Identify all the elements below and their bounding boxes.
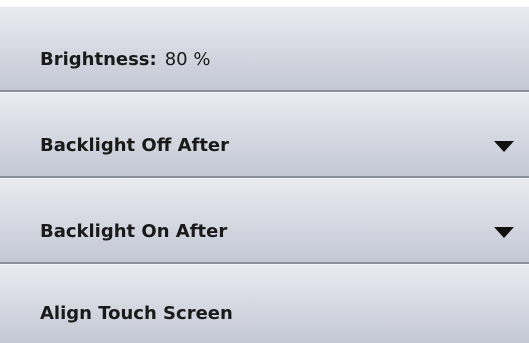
backlight-on-after-label: Backlight On After: [40, 221, 228, 242]
align-touch-screen-button[interactable]: Align Touch Screen: [0, 264, 529, 343]
align-touch-screen-label: Align Touch Screen: [40, 303, 233, 324]
settings-screen: Brightness: 80 % Backlight Off After Back…: [0, 0, 529, 343]
brightness-label: Brightness:: [40, 49, 157, 70]
backlight-off-after-dropdown[interactable]: Backlight Off After: [0, 92, 529, 178]
backlight-off-after-label: Backlight Off After: [40, 135, 230, 156]
brightness-value: 80 %: [164, 49, 211, 70]
dropdown-arrow-icon[interactable]: [494, 141, 514, 152]
backlight-on-after-dropdown[interactable]: Backlight On After: [0, 178, 529, 264]
dropdown-arrow-icon[interactable]: [494, 227, 514, 238]
brightness-setting[interactable]: Brightness: 80 %: [0, 6, 529, 92]
brightness-label-group: Brightness: 80 %: [40, 49, 210, 70]
